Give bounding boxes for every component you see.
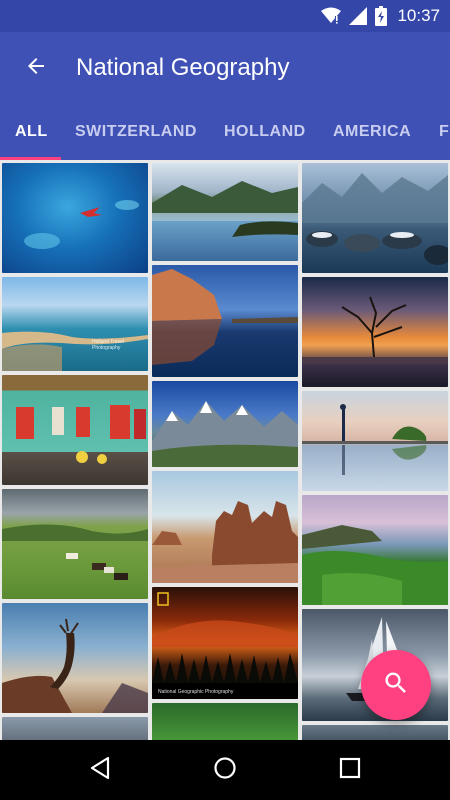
back-button[interactable]: [16, 48, 56, 88]
grassland-cattle-photo[interactable]: [2, 489, 148, 599]
nav-recents-button[interactable]: [320, 740, 380, 800]
search-icon: [382, 669, 410, 702]
mossy-coast-photo[interactable]: [302, 495, 448, 605]
ocean-plane-photo[interactable]: [2, 163, 148, 273]
tab-holland[interactable]: HOLLAND: [224, 104, 306, 160]
search-button[interactable]: [361, 650, 431, 720]
tab-all[interactable]: ALL: [15, 104, 48, 160]
wifi-icon: [321, 7, 342, 25]
nav-back-button[interactable]: [70, 740, 130, 800]
status-time: 10:37: [397, 6, 440, 25]
bottom-photo[interactable]: [302, 725, 448, 740]
nav-home-button[interactable]: [195, 740, 255, 800]
back-triangle-icon: [89, 756, 111, 785]
alpine-peaks-photo[interactable]: [152, 381, 298, 467]
tab-switzerland[interactable]: SWITZERLAND: [75, 104, 197, 160]
green-forest-photo[interactable]: [152, 703, 298, 740]
city-photo[interactable]: [2, 717, 148, 740]
desert-ruins-photo[interactable]: [152, 471, 298, 583]
tab-bar: ALL SWITZERLAND HOLLAND AMERICA FR: [0, 104, 450, 160]
signal-icon: [349, 7, 368, 25]
arrow-back-icon: [24, 54, 48, 83]
page-title: National Geography: [76, 54, 290, 81]
tab-america[interactable]: AMERICA: [333, 104, 411, 160]
home-circle-icon: [213, 756, 237, 785]
photo-caption: Holland Travel Photography: [92, 339, 124, 351]
status-icons: 10:37: [321, 0, 440, 32]
mountain-lake-photo[interactable]: [152, 163, 298, 261]
sunset-tree-photo[interactable]: [302, 277, 448, 387]
status-bar: 10:37: [0, 0, 450, 32]
volcano-forest-photo[interactable]: National Geographic Photography: [152, 587, 298, 699]
tab-france[interactable]: FR: [439, 104, 450, 160]
recents-square-icon: [339, 757, 361, 784]
battery-charging-icon: [375, 6, 388, 26]
red-rocks-lake-photo[interactable]: [152, 265, 298, 377]
photo-caption: National Geographic Photography: [158, 689, 234, 695]
reflection-figure-photo[interactable]: [302, 391, 448, 491]
colorful-houses-photo[interactable]: [2, 375, 148, 485]
navigation-bar: [0, 740, 450, 800]
misty-lake-photo[interactable]: [302, 163, 448, 273]
app-bar: National Geography: [0, 32, 450, 104]
lone-tree-photo[interactable]: [2, 603, 148, 713]
coastline-photo[interactable]: Holland Travel Photography: [2, 277, 148, 371]
